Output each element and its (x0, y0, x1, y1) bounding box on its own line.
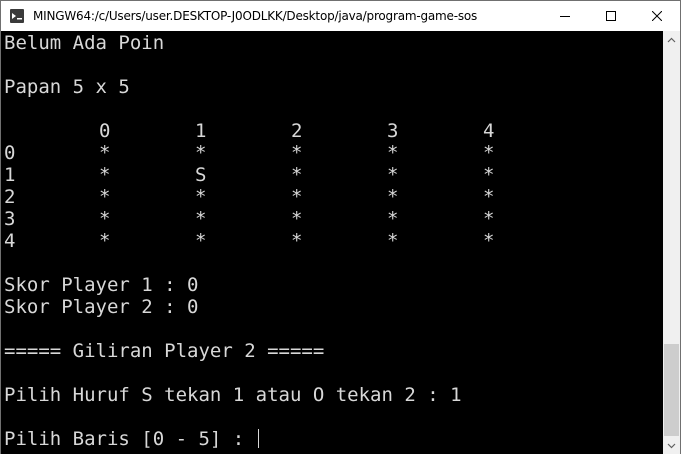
letter-choice-prompt: Pilih Huruf S tekan 1 atau O tekan 2 : 1 (4, 384, 462, 406)
board-cell: * (195, 142, 207, 164)
terminal-output[interactable]: Belum Ada Poin Papan 5 x 5 0 1 2 3 4 0 *… (1, 31, 663, 454)
board-cell: * (483, 164, 495, 186)
board-cell: * (291, 230, 303, 252)
board-cell: * (99, 230, 111, 252)
player-2-score: Skor Player 2 : 0 (4, 296, 199, 318)
scroll-up-button[interactable] (663, 31, 680, 48)
minimize-button[interactable] (542, 1, 588, 31)
board-cell: * (387, 186, 399, 208)
row-input-prompt[interactable]: Pilih Baris [0 - 5] : (4, 428, 256, 450)
board-cell: * (195, 186, 207, 208)
board-cell: * (387, 164, 399, 186)
close-button[interactable] (634, 1, 680, 31)
scroll-down-arrow-icon (667, 443, 676, 448)
close-icon (652, 11, 662, 21)
terminal-window: MINGW64:/c/Users/user.DESKTOP-J0ODLKK/De… (0, 0, 681, 454)
player-1-score: Skor Player 1 : 0 (4, 274, 199, 296)
board-cell: * (483, 142, 495, 164)
board-cell: * (483, 230, 495, 252)
mingw-terminal-icon (10, 9, 24, 23)
board-row-label: 4 (4, 230, 16, 252)
board-row-label: 2 (4, 186, 16, 208)
maximize-button[interactable] (588, 1, 634, 31)
board-cell: * (195, 230, 207, 252)
maximize-icon (606, 11, 616, 21)
board-column-header: 2 (291, 120, 303, 142)
title-bar[interactable]: MINGW64:/c/Users/user.DESKTOP-J0ODLKK/De… (1, 1, 680, 31)
board-row-label: 3 (4, 208, 16, 230)
board-cell: * (99, 164, 111, 186)
board-size-label: Papan 5 x 5 (4, 76, 130, 98)
board-cell: * (387, 142, 399, 164)
board-cell: * (483, 186, 495, 208)
board-cell: * (387, 208, 399, 230)
board-column-header: 4 (483, 120, 495, 142)
board-column-header: 0 (99, 120, 111, 142)
board-row-label: 1 (4, 164, 16, 186)
turn-banner: ===== Giliran Player 2 ===== (4, 340, 325, 362)
board-row-label: 0 (4, 142, 16, 164)
board-cell: * (99, 186, 111, 208)
board-cell: S (195, 164, 207, 186)
minimize-icon (560, 16, 570, 17)
window-title: MINGW64:/c/Users/user.DESKTOP-J0ODLKK/De… (33, 9, 478, 23)
status-message: Belum Ada Poin (4, 32, 165, 54)
board-column-header: 3 (387, 120, 399, 142)
board-column-header: 1 (195, 120, 207, 142)
board-cell: * (483, 208, 495, 230)
board-cell: * (99, 142, 111, 164)
board-cell: * (387, 230, 399, 252)
scroll-thumb[interactable] (664, 344, 679, 436)
board-cell: * (291, 186, 303, 208)
board-cell: * (291, 164, 303, 186)
vertical-scrollbar[interactable] (663, 31, 680, 454)
board-cell: * (291, 208, 303, 230)
board-cell: * (99, 208, 111, 230)
scroll-up-arrow-icon (667, 37, 676, 42)
scroll-down-button[interactable] (663, 437, 680, 454)
board-cell: * (291, 142, 303, 164)
text-cursor (257, 429, 259, 448)
board-cell: * (195, 208, 207, 230)
